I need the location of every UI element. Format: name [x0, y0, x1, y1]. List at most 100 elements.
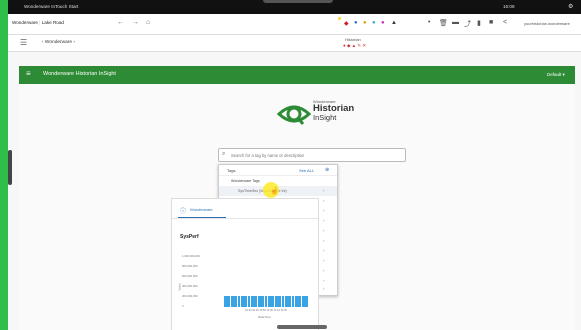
- marker-blue-icon[interactable]: ●: [354, 20, 358, 26]
- chevron-right-icon: ›: [323, 188, 325, 193]
- app-header: ≡ Wonderware Historian InSight Default ▾: [19, 66, 575, 84]
- top-handle[interactable]: [263, 0, 333, 3]
- app-title: Wonderware Historian InSight: [43, 71, 116, 77]
- chevron-right-icon: ›: [323, 228, 325, 233]
- chart-bar: [237, 295, 241, 307]
- chart-bar: [247, 295, 251, 307]
- user-name[interactable]: yourhistorian.wonderware: [524, 21, 570, 26]
- chart-bar: [227, 295, 231, 307]
- forward-arrow-icon[interactable]: →: [132, 19, 139, 26]
- x-axis-title: DateTime: [258, 315, 271, 319]
- marker-red-icon[interactable]: ◆: [344, 20, 349, 27]
- card-divider: [172, 218, 318, 219]
- home-icon[interactable]: ⌂: [146, 19, 150, 26]
- card-tab[interactable]: Wonderware: [190, 207, 213, 212]
- stop-icon[interactable]: ▮: [477, 19, 481, 27]
- chart-bar: [264, 295, 268, 307]
- chevron-right-icon: ›: [323, 198, 325, 203]
- suggestions-header: Tags See ALL ⊕: [219, 165, 337, 176]
- camera-icon[interactable]: ▬: [452, 19, 459, 26]
- chart-bar: [240, 295, 244, 307]
- chart-bar: [291, 295, 295, 307]
- top-toolbar: Wonderware | Lake Road ← → ⌂ ◆ ● ● ● ● ▲…: [8, 14, 581, 35]
- app-screen: Wonderware | Lake Road ← → ⌂ ◆ ● ● ● ● ▲…: [8, 14, 581, 330]
- add-icon[interactable]: ⊕: [325, 167, 329, 173]
- chart-bar: [257, 295, 261, 307]
- header-dropdown[interactable]: Default ▾: [547, 72, 565, 78]
- chart-bar: [261, 295, 264, 307]
- eye-logo-icon: [277, 105, 311, 125]
- group-label: Wonderware Tags: [231, 179, 260, 183]
- marker-pink-icon[interactable]: ●: [381, 20, 385, 26]
- share-icon[interactable]: <: [503, 19, 507, 26]
- y-tick-label: 0: [182, 304, 184, 308]
- chevron-right-icon: ›: [323, 286, 325, 291]
- chart-bar: [251, 295, 254, 307]
- chart-title: SysPerf: [180, 234, 199, 240]
- marker-cyan-icon[interactable]: ●: [372, 20, 376, 26]
- marker-yellow-icon[interactable]: ●: [363, 20, 367, 26]
- navigation-bar: ☰ ‹ Wonderware › Historian ● ◆ ▲ ✎ ✕: [8, 35, 581, 52]
- chart-bar: [288, 295, 292, 307]
- panel-icons[interactable]: ● ◆ ▲ ✎ ✕: [343, 43, 366, 49]
- chart-card: ⓘ Wonderware SysPerf 1,000,000,000 800,0…: [171, 198, 319, 330]
- chart-bar: [284, 295, 288, 307]
- y-tick-label: 200,000,000: [182, 294, 198, 298]
- project-subname: Lake Road: [41, 20, 64, 25]
- product-logo: Wonderware Historian InSight: [313, 99, 354, 122]
- chevron-right-icon: ›: [323, 278, 325, 283]
- panel-title: Historian: [345, 37, 361, 42]
- chart-bar: [230, 295, 234, 307]
- chevron-right-icon: ›: [323, 258, 325, 263]
- see-all-link[interactable]: See ALL: [299, 168, 314, 173]
- chevron-right-icon: ›: [323, 268, 325, 273]
- tag-search-box[interactable]: ⌕: [218, 148, 406, 162]
- yellow-dot-icon: [338, 17, 341, 20]
- marker-black-icon[interactable]: ▲: [391, 20, 397, 26]
- dot-icon[interactable]: •: [428, 19, 430, 26]
- clock: 16:08: [503, 4, 515, 9]
- chevron-right-icon: ›: [323, 208, 325, 213]
- project-label[interactable]: Wonderware | Lake Road: [12, 20, 64, 25]
- hamburger-menu-icon[interactable]: ☰: [20, 38, 27, 47]
- info-icon: ⓘ: [180, 209, 187, 215]
- y-tick-label: 400,000,000: [182, 284, 198, 288]
- y-tick-label: 800,000,000: [182, 264, 198, 268]
- suggestion-group[interactable]: Wonderware Tags: [219, 176, 337, 186]
- side-handle[interactable]: [8, 150, 12, 185]
- settings-icon[interactable]: ⚙: [568, 3, 573, 10]
- hand-cursor-icon: ☝: [270, 188, 279, 195]
- chart-bar: [267, 295, 271, 307]
- list-item[interactable]: SysTimeSec (Wonderware Int) ☝ ›: [219, 182, 337, 198]
- back-arrow-icon[interactable]: ←: [117, 19, 124, 26]
- chevron-right-icon: ›: [323, 248, 325, 253]
- y-tick-label: 1,000,000,000: [182, 254, 200, 258]
- chart-bar: [295, 295, 298, 307]
- chart-bar: [298, 295, 302, 307]
- window-title: Wonderware InTouch Start: [24, 4, 79, 9]
- bottom-handle[interactable]: [277, 325, 327, 329]
- bar-plot-area: [224, 255, 308, 307]
- chart-bar: [278, 295, 281, 307]
- chevron-right-icon: ›: [323, 238, 325, 243]
- x-tick-labels: 10:30 10:40 10:50 11:00 11:10 11:20: [245, 309, 287, 312]
- header-menu-icon[interactable]: ≡: [26, 69, 31, 78]
- chart-bar: [234, 295, 237, 307]
- y-tick-label: 600,000,000: [182, 274, 198, 278]
- project-separator: |: [39, 20, 41, 25]
- chart-bar: [271, 295, 275, 307]
- project-name: Wonderware: [12, 20, 38, 25]
- chart-bar: [254, 295, 258, 307]
- logo-line2: InSight: [313, 113, 337, 122]
- trend-icon[interactable]: ⤴: [464, 19, 471, 29]
- save-icon[interactable]: ■: [489, 19, 493, 26]
- chart-bar: [301, 295, 305, 307]
- chart-bar: [305, 295, 308, 307]
- trash-icon[interactable]: 🗑: [439, 19, 448, 27]
- search-input[interactable]: [231, 152, 403, 159]
- breadcrumb[interactable]: ‹ Wonderware ›: [42, 40, 75, 45]
- chart-bar: [281, 295, 285, 307]
- main-content: Wonderware Historian InSight ⌕ Tags See …: [19, 84, 575, 330]
- chart-bar: [274, 295, 278, 307]
- chart-bar: [224, 295, 227, 307]
